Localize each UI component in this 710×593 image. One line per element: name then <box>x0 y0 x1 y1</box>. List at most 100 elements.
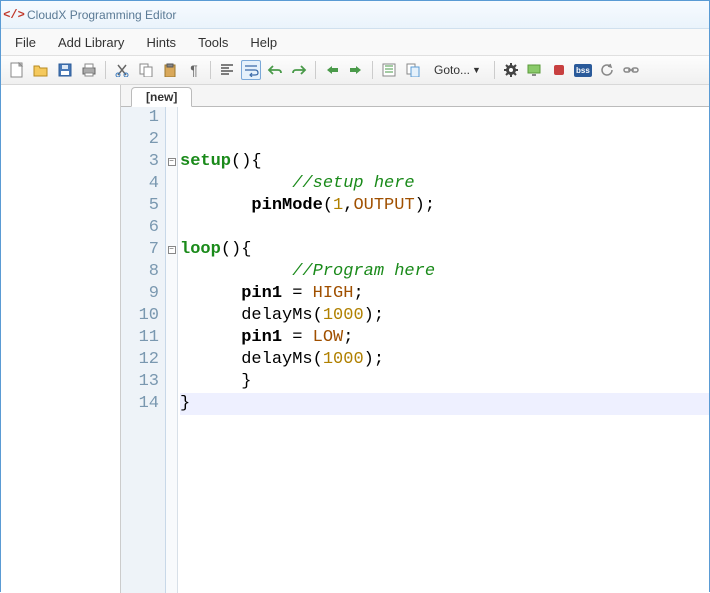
window-title: CloudX Programming Editor <box>27 8 176 22</box>
copy-all-icon <box>406 63 420 77</box>
line-number: 8 <box>121 261 159 283</box>
nav-back-button[interactable] <box>322 60 342 80</box>
project-sidebar[interactable] <box>1 85 121 593</box>
code-text[interactable]: setup(){ //setup here pinMode(1,OUTPUT);… <box>178 107 709 593</box>
gear-icon <box>504 63 518 77</box>
code-line[interactable]: pinMode(1,OUTPUT); <box>180 195 709 217</box>
fold-cell <box>166 129 177 151</box>
refresh-icon <box>600 63 614 77</box>
line-number: 9 <box>121 283 159 305</box>
fold-cell <box>166 327 177 349</box>
code-line[interactable]: loop(){ <box>180 239 709 261</box>
menu-hints[interactable]: Hints <box>136 31 186 54</box>
back-icon <box>324 64 340 76</box>
code-line[interactable] <box>180 217 709 239</box>
word-wrap-button[interactable] <box>241 60 261 80</box>
undo-button[interactable] <box>265 60 285 80</box>
code-editor[interactable]: 1234567891011121314 −− setup(){ //setup … <box>121 107 709 593</box>
fold-cell <box>166 107 177 129</box>
line-number: 14 <box>121 393 159 415</box>
line-number: 10 <box>121 305 159 327</box>
code-line[interactable]: //Program here <box>180 261 709 283</box>
fold-cell <box>166 349 177 371</box>
menu-tools[interactable]: Tools <box>188 31 238 54</box>
compile-button[interactable] <box>501 60 521 80</box>
select-icon <box>382 63 396 77</box>
fold-column: −− <box>166 107 178 593</box>
tabbar: [new] <box>121 85 709 107</box>
forward-icon <box>348 64 364 76</box>
align-left-button[interactable] <box>217 60 237 80</box>
bss-button[interactable]: bss <box>573 60 593 80</box>
goto-dropdown[interactable]: Goto...▼ <box>427 60 488 80</box>
goto-label: Goto... <box>434 63 470 77</box>
code-line[interactable]: } <box>180 371 709 393</box>
menu-help[interactable]: Help <box>240 31 287 54</box>
undo-icon <box>267 64 283 76</box>
code-line[interactable] <box>180 107 709 129</box>
fold-marker-icon: − <box>168 158 176 166</box>
code-line[interactable] <box>180 129 709 151</box>
toolbar-separator <box>494 61 495 79</box>
line-number-gutter: 1234567891011121314 <box>121 107 166 593</box>
print-button[interactable] <box>79 60 99 80</box>
menubar: File Add Library Hints Tools Help <box>1 29 709 55</box>
fold-marker-icon: − <box>168 246 176 254</box>
link-icon <box>623 65 639 75</box>
open-file-button[interactable] <box>31 60 51 80</box>
fold-cell <box>166 261 177 283</box>
redo-button[interactable] <box>289 60 309 80</box>
menu-add-library[interactable]: Add Library <box>48 31 134 54</box>
copy-all-button[interactable] <box>403 60 423 80</box>
show-whitespace-button[interactable]: ¶ <box>184 60 204 80</box>
open-icon <box>33 63 49 77</box>
new-file-button[interactable] <box>7 60 27 80</box>
bss-icon: bss <box>574 64 592 77</box>
code-line[interactable]: delayMs(1000); <box>180 349 709 371</box>
toolbar-separator <box>210 61 211 79</box>
link-button[interactable] <box>621 60 641 80</box>
fold-cell[interactable]: − <box>166 239 177 261</box>
code-line[interactable]: delayMs(1000); <box>180 305 709 327</box>
toolbar-separator <box>105 61 106 79</box>
line-number: 4 <box>121 173 159 195</box>
line-number: 5 <box>121 195 159 217</box>
chevron-down-icon: ▼ <box>472 65 481 75</box>
main-area: [new] 1234567891011121314 −− setup(){ //… <box>1 85 709 593</box>
toolbar: ¶ Goto...▼ bss <box>1 55 709 85</box>
fold-cell <box>166 371 177 393</box>
nav-forward-button[interactable] <box>346 60 366 80</box>
code-line[interactable]: pin1 = LOW; <box>180 327 709 349</box>
save-icon <box>58 63 72 77</box>
menu-file[interactable]: File <box>5 31 46 54</box>
upload-button[interactable] <box>525 60 545 80</box>
tab-current[interactable]: [new] <box>131 87 192 107</box>
code-line[interactable]: pin1 = HIGH; <box>180 283 709 305</box>
fold-cell <box>166 283 177 305</box>
code-line[interactable]: } <box>180 393 709 415</box>
line-number: 12 <box>121 349 159 371</box>
monitor-icon <box>527 63 543 77</box>
line-number: 6 <box>121 217 159 239</box>
fold-cell <box>166 173 177 195</box>
paste-button[interactable] <box>160 60 180 80</box>
select-button[interactable] <box>379 60 399 80</box>
cut-icon <box>115 63 129 77</box>
align-left-icon <box>220 64 234 76</box>
toolbar-separator <box>372 61 373 79</box>
code-line[interactable]: //setup here <box>180 173 709 195</box>
fold-cell <box>166 217 177 239</box>
line-number: 3 <box>121 151 159 173</box>
code-line[interactable]: setup(){ <box>180 151 709 173</box>
refresh-button[interactable] <box>597 60 617 80</box>
pilcrow-icon: ¶ <box>190 62 198 78</box>
save-button[interactable] <box>55 60 75 80</box>
cut-button[interactable] <box>112 60 132 80</box>
fold-cell[interactable]: − <box>166 151 177 173</box>
app-logo-icon: </> <box>7 8 21 22</box>
stop-button[interactable] <box>549 60 569 80</box>
copy-button[interactable] <box>136 60 156 80</box>
stop-icon <box>552 63 566 77</box>
line-number: 11 <box>121 327 159 349</box>
titlebar: </> CloudX Programming Editor <box>1 1 709 29</box>
